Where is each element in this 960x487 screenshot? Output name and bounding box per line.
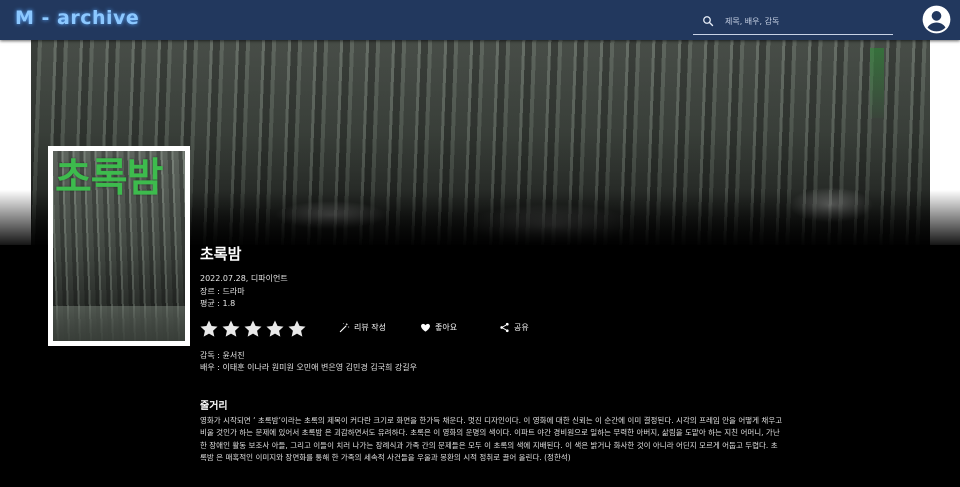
share-button[interactable]: 공유 bbox=[499, 322, 529, 333]
star-icon[interactable] bbox=[243, 319, 263, 339]
poster-title-text: 초록밤 bbox=[55, 154, 163, 201]
movie-poster: 초록밤 bbox=[48, 146, 190, 346]
write-review-button[interactable]: 리뷰 작성 bbox=[339, 322, 386, 333]
average-rating: 평균 : 1.8 bbox=[200, 299, 236, 308]
magic-wand-icon bbox=[339, 322, 350, 333]
star-icon[interactable] bbox=[221, 319, 241, 339]
backdrop-title-mark bbox=[870, 48, 884, 118]
action-bar: 리뷰 작성 좋아요 공유 bbox=[335, 322, 565, 338]
search-icon[interactable] bbox=[699, 12, 717, 30]
poster-image: 초록밤 bbox=[53, 151, 185, 341]
share-label: 공유 bbox=[514, 323, 529, 332]
star-icon[interactable] bbox=[265, 319, 285, 339]
synopsis-text: 영화가 시작되면 ‘ 초록밤’이라는 초록의 제목이 커다란 크기로 화면을 한… bbox=[200, 416, 783, 463]
genre-label: 장르 : 드라마 bbox=[200, 287, 245, 296]
movie-detail-page: M - archive 초록밤 초록밤 2022.07.28, 디파이언트 장르… bbox=[0, 0, 960, 487]
star-icon[interactable] bbox=[199, 319, 219, 339]
cast-credit: 배우 : 이태훈 이나라 원미원 오민애 변은영 김민경 김국희 강길우 bbox=[200, 363, 417, 372]
heart-icon bbox=[421, 323, 430, 332]
app-logo[interactable]: M - archive bbox=[15, 7, 139, 29]
account-icon[interactable] bbox=[922, 5, 951, 34]
star-icon[interactable] bbox=[287, 319, 307, 339]
top-app-bar: M - archive bbox=[0, 0, 960, 40]
write-review-label: 리뷰 작성 bbox=[354, 323, 386, 332]
like-button[interactable]: 좋아요 bbox=[420, 322, 457, 333]
movie-title: 초록밤 bbox=[200, 245, 242, 263]
synopsis-heading: 줄거리 bbox=[200, 401, 228, 412]
search-box[interactable] bbox=[693, 8, 893, 35]
search-input[interactable] bbox=[725, 16, 885, 26]
star-rating[interactable] bbox=[199, 319, 307, 339]
poster-ground bbox=[53, 306, 185, 341]
share-icon bbox=[500, 322, 509, 333]
release-date-distributor: 2022.07.28, 디파이언트 bbox=[200, 274, 288, 283]
like-label: 좋아요 bbox=[435, 323, 458, 332]
director-credit: 감독 : 윤서진 bbox=[200, 351, 245, 360]
